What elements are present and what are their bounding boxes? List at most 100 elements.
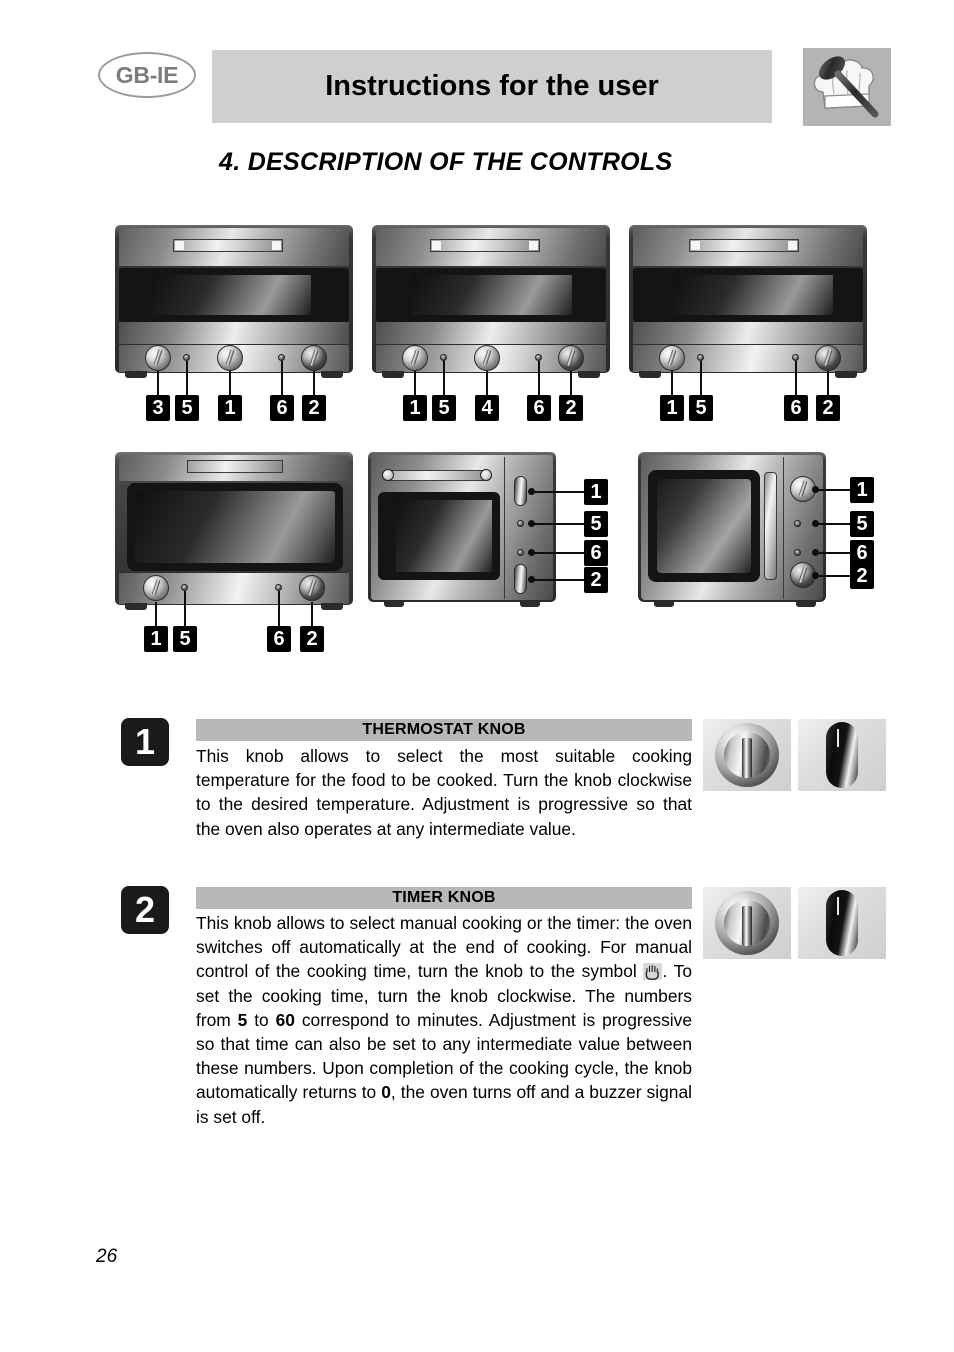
handle-cap-left bbox=[432, 241, 441, 250]
description-heading: TIMER KNOB bbox=[392, 889, 496, 906]
oven-indicator-light-2 bbox=[792, 354, 799, 361]
oven-foot-right bbox=[796, 600, 816, 607]
page-header: GB-IE Instructions for the user bbox=[0, 0, 954, 140]
figure-label-tag: 5 bbox=[584, 511, 608, 537]
leader-line bbox=[795, 361, 797, 395]
oven-knob-function[interactable] bbox=[217, 345, 243, 371]
oven-indicator-light-2 bbox=[278, 354, 285, 361]
leader-line bbox=[532, 552, 584, 554]
leader-line bbox=[700, 361, 702, 395]
oven-door-handle[interactable] bbox=[689, 239, 799, 252]
description-heading-bar: TIMER KNOB bbox=[196, 887, 692, 909]
description-badge: 1 bbox=[121, 718, 169, 766]
oven-indicator-light-1 bbox=[794, 520, 801, 527]
oven-door-glass bbox=[657, 479, 751, 573]
oven-foot-left bbox=[654, 600, 674, 607]
oven-door-glass bbox=[673, 275, 833, 315]
oven-top-panel bbox=[376, 228, 606, 266]
figure-label-tag: 3 bbox=[146, 395, 170, 421]
description-bold-value: 60 bbox=[275, 1009, 295, 1030]
oven-figure-6: 1 5 6 2 bbox=[638, 452, 888, 612]
oven-illustration bbox=[372, 225, 612, 378]
panel-divider bbox=[783, 457, 784, 599]
leader-line bbox=[532, 579, 584, 581]
oven-door-handle[interactable] bbox=[173, 239, 283, 252]
leader-line bbox=[184, 591, 186, 626]
oven-door-handle[interactable] bbox=[382, 470, 492, 481]
figure-label-tag: 1 bbox=[218, 395, 242, 421]
leader-line bbox=[486, 371, 488, 395]
figure-label-tag: 2 bbox=[850, 563, 874, 589]
oven-door-handle[interactable] bbox=[187, 460, 283, 473]
oven-indicator-light-1 bbox=[183, 354, 190, 361]
figure-label-tag: 1 bbox=[403, 395, 427, 421]
oven-indicator-light-1 bbox=[517, 520, 524, 527]
panel-divider bbox=[504, 457, 505, 599]
description-paragraph: This knob allows to select the most suit… bbox=[196, 746, 692, 839]
oven-indicator-light-2 bbox=[535, 354, 542, 361]
oven-knob-timer[interactable] bbox=[558, 345, 584, 371]
leader-line bbox=[532, 523, 584, 525]
oven-knob-timer[interactable] bbox=[815, 345, 841, 371]
leader-line bbox=[443, 361, 445, 395]
oven-foot-right bbox=[321, 371, 343, 378]
oven-knob-timer[interactable] bbox=[301, 345, 327, 371]
figure-label-tag: 5 bbox=[689, 395, 713, 421]
figure-label-tag: 6 bbox=[270, 395, 294, 421]
language-badge-label: GB-IE bbox=[115, 61, 179, 88]
handle-cap-right bbox=[272, 241, 281, 250]
oven-door-handle[interactable] bbox=[764, 472, 777, 580]
oven-foot-left bbox=[125, 371, 147, 378]
oven-top-panel bbox=[119, 455, 349, 481]
knob-inner-face bbox=[724, 900, 770, 946]
header-title-bar: Instructions for the user bbox=[212, 50, 772, 123]
oven-door-frame bbox=[119, 268, 349, 322]
description-body: This knob allows to select manual cookin… bbox=[196, 911, 692, 1129]
figure-label-tag: 2 bbox=[559, 395, 583, 421]
oven-switch-thermostat[interactable] bbox=[514, 476, 527, 506]
figure-label-tag: 2 bbox=[302, 395, 326, 421]
figure-label-tag: 1 bbox=[144, 626, 168, 652]
leader-line bbox=[157, 371, 159, 395]
knob-pointer bbox=[742, 738, 752, 778]
oven-knob-thermostat[interactable] bbox=[145, 345, 171, 371]
oven-door-frame bbox=[376, 268, 606, 322]
description-badge: 2 bbox=[121, 886, 169, 934]
leader-line bbox=[313, 371, 315, 395]
oven-foot-left bbox=[382, 371, 404, 378]
leader-line bbox=[186, 361, 188, 395]
leader-line bbox=[229, 371, 231, 395]
oven-knob-thermostat[interactable] bbox=[659, 345, 685, 371]
handle-cap-left bbox=[175, 241, 184, 250]
oven-door-frame bbox=[633, 268, 863, 322]
oven-figure-1: 3 5 1 6 2 bbox=[115, 225, 355, 421]
knob-inner-face bbox=[724, 732, 770, 778]
leader-line bbox=[816, 575, 850, 577]
leader-line bbox=[281, 361, 283, 395]
oven-door-handle[interactable] bbox=[430, 239, 540, 252]
oven-figure-3: 1 5 6 2 bbox=[629, 225, 869, 421]
handle-cap-left bbox=[691, 241, 700, 250]
oven-knob-function[interactable] bbox=[474, 345, 500, 371]
oven-indicator-light-1 bbox=[440, 354, 447, 361]
description-bold-value: 5 bbox=[237, 1009, 248, 1030]
oven-door-glass bbox=[396, 500, 492, 572]
leader-line bbox=[155, 602, 157, 626]
figure-label-tag: 5 bbox=[175, 395, 199, 421]
knob-outer-ring bbox=[715, 723, 779, 787]
figure-label-tag: 5 bbox=[173, 626, 197, 652]
oven-upper-strip bbox=[376, 322, 606, 344]
oven-knob-timer[interactable] bbox=[299, 575, 325, 601]
knob-oval-body bbox=[826, 722, 858, 788]
oven-knob-thermostat[interactable] bbox=[402, 345, 428, 371]
leader-line bbox=[816, 552, 850, 554]
oven-knob-thermostat[interactable] bbox=[143, 575, 169, 601]
oven-switch-timer[interactable] bbox=[514, 564, 527, 594]
page-title: Instructions for the user bbox=[325, 70, 659, 102]
section-heading: 4. DESCRIPTION OF THE CONTROLS bbox=[219, 148, 673, 176]
leader-line bbox=[827, 371, 829, 395]
leader-line bbox=[278, 591, 280, 626]
figure-label-tag: 2 bbox=[816, 395, 840, 421]
black-oval-knob-icon bbox=[798, 719, 886, 791]
description-paragraph-part: to bbox=[247, 1009, 276, 1030]
